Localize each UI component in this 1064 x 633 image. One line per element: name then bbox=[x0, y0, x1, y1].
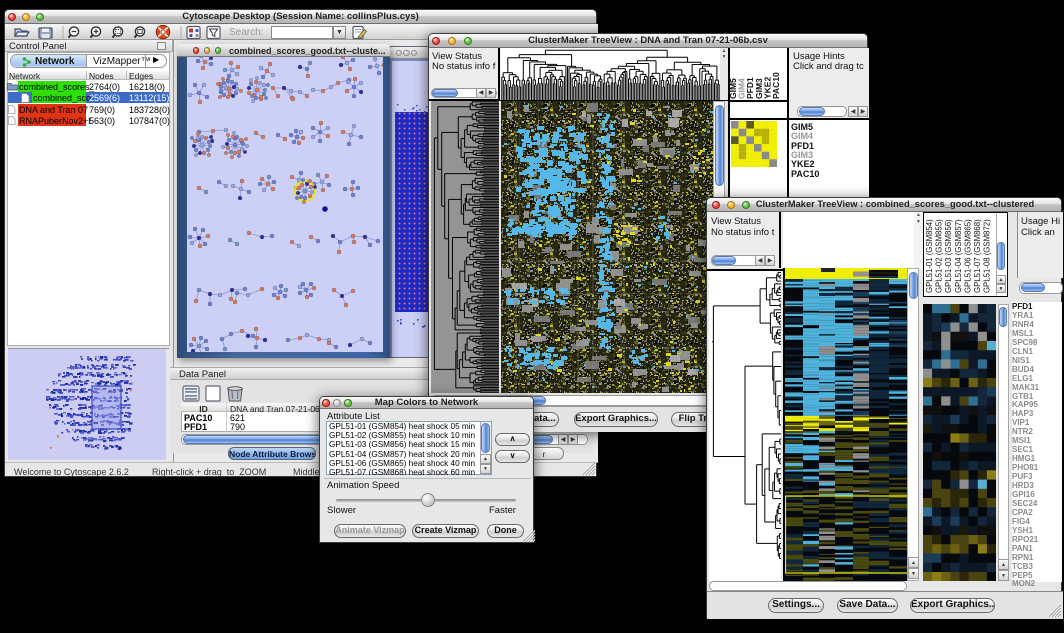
svg-text:GPL51-01 (GSM854): GPL51-01 (GSM854) bbox=[925, 219, 934, 293]
svg-text:GPL51-08 (GSM872): GPL51-08 (GSM872) bbox=[983, 219, 992, 293]
svg-text:PAC10: PAC10 bbox=[771, 72, 781, 99]
svg-text:GPL51-07 (GSM868): GPL51-07 (GSM868) bbox=[973, 219, 982, 293]
svg-text:GPL51-02 (GSM855): GPL51-02 (GSM855) bbox=[935, 219, 944, 293]
svg-text:GPL51-04 (GSM857): GPL51-04 (GSM857) bbox=[954, 219, 963, 293]
svg-text:GPL51-03 (GSM856): GPL51-03 (GSM856) bbox=[944, 219, 953, 293]
svg-text:GPL51-06 (GSM865): GPL51-06 (GSM865) bbox=[963, 219, 972, 293]
